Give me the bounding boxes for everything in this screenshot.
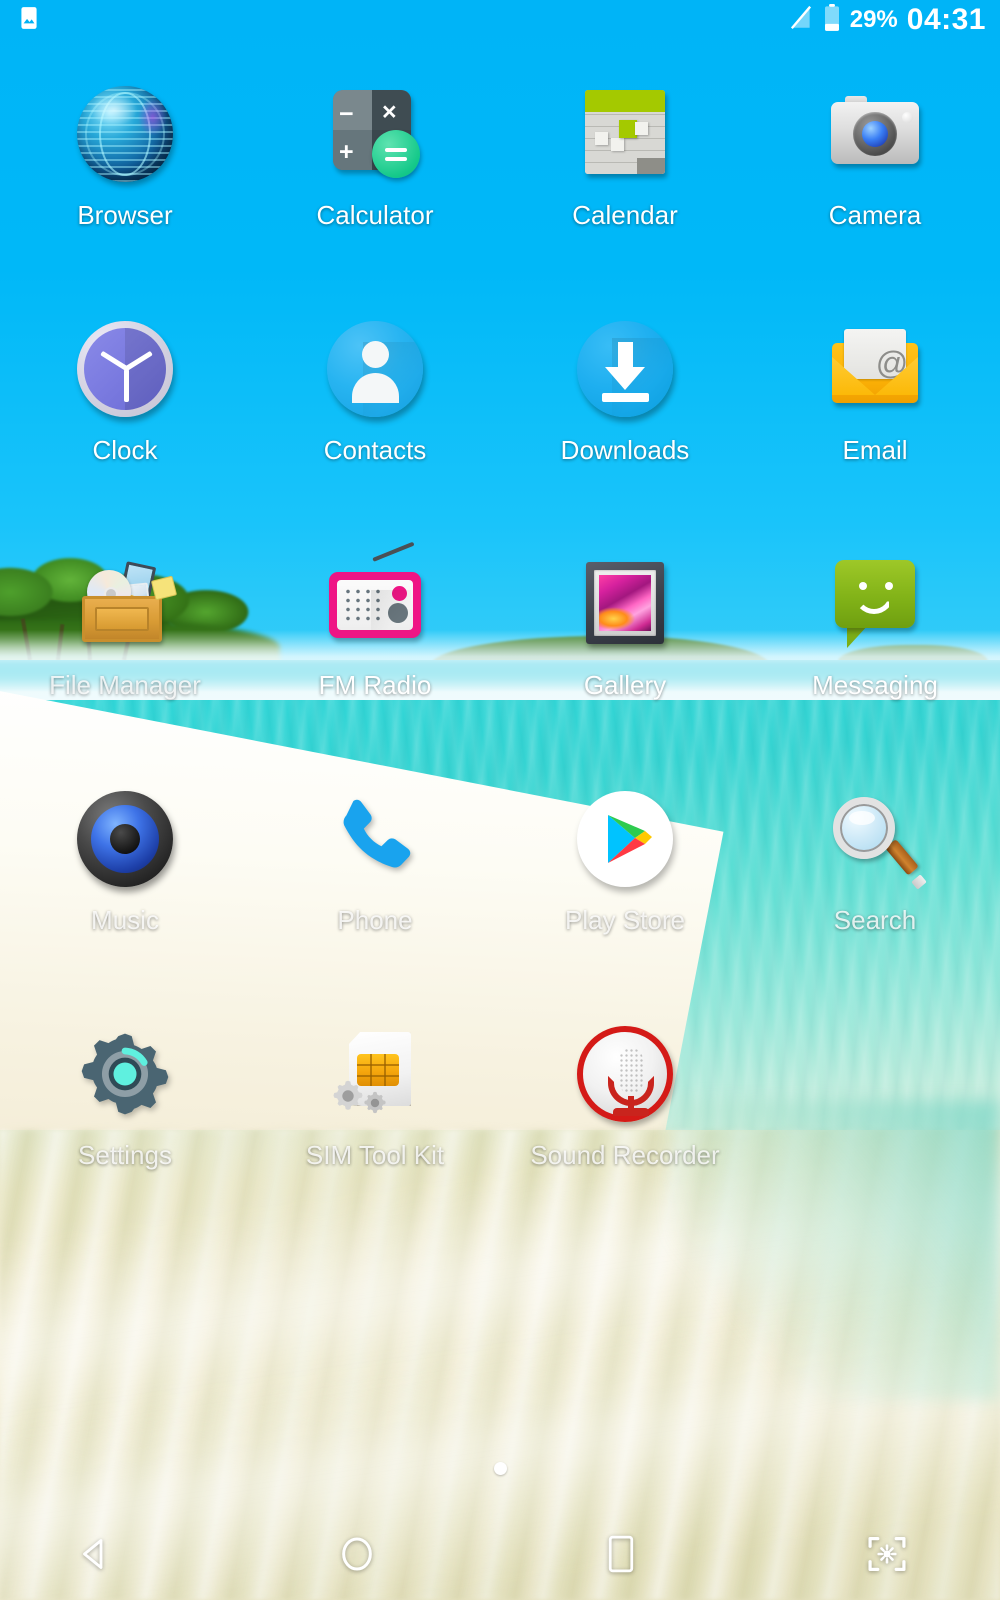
app-icon-play-store[interactable]: Play Store xyxy=(500,767,750,1002)
screenshot-icon[interactable] xyxy=(852,1519,922,1589)
messaging-icon xyxy=(827,556,923,652)
app-label: SIM Tool Kit xyxy=(305,1140,445,1170)
app-icon-browser[interactable]: Browser xyxy=(0,62,250,297)
clock-icon xyxy=(77,321,173,417)
app-icon-sound-recorder[interactable]: Sound Recorder xyxy=(500,1002,750,1237)
downloads-icon xyxy=(577,321,673,417)
app-icon-file-manager[interactable]: File Manager xyxy=(0,532,250,767)
app-label: Contacts xyxy=(323,435,427,465)
no-sim-signal-icon xyxy=(788,4,814,37)
back-icon[interactable] xyxy=(60,1519,130,1589)
app-label: Clock xyxy=(92,435,158,465)
app-icon-fm-radio[interactable]: FM Radio xyxy=(250,532,500,767)
app-label: Search xyxy=(833,905,917,935)
app-label: Gallery xyxy=(583,670,667,700)
email-icon: @ xyxy=(827,321,923,417)
app-icon-phone[interactable]: Phone xyxy=(250,767,500,1002)
battery-icon xyxy=(823,3,841,37)
recents-icon[interactable] xyxy=(586,1519,656,1589)
battery-percent-label: 29% xyxy=(849,6,898,33)
app-label: Email xyxy=(842,435,908,465)
image-icon xyxy=(16,5,42,36)
app-icon-camera[interactable]: Camera xyxy=(750,62,1000,297)
app-icon-sim-tool-kit[interactable]: SIM Tool Kit xyxy=(250,1002,500,1237)
app-label: Calculator xyxy=(316,200,434,230)
app-icon-calendar[interactable]: Calendar xyxy=(500,62,750,297)
app-grid: Browser − × + Calculator Calendar Camera… xyxy=(0,62,1000,1237)
fm-radio-icon xyxy=(327,541,423,652)
search-icon xyxy=(827,791,927,890)
app-icon-music[interactable]: Music xyxy=(0,767,250,1002)
calendar-icon xyxy=(577,86,673,182)
calculator-icon: − × + xyxy=(327,86,423,182)
contacts-icon xyxy=(327,321,423,417)
app-icon-contacts[interactable]: Contacts xyxy=(250,297,500,532)
navigation-bar xyxy=(0,1508,1000,1600)
music-icon xyxy=(77,791,173,887)
browser-icon xyxy=(77,86,173,182)
app-icon-calculator[interactable]: − × + Calculator xyxy=(250,62,500,297)
file-manager-icon xyxy=(77,556,178,652)
app-icon-email[interactable]: @ Email xyxy=(750,297,1000,532)
app-icon-search[interactable]: Search xyxy=(750,767,1000,1002)
app-label: Calendar xyxy=(572,200,678,230)
app-label: Music xyxy=(91,905,159,935)
app-label: Sound Recorder xyxy=(530,1140,720,1170)
home-icon[interactable] xyxy=(322,1519,392,1589)
status-bar-clock: 04:31 xyxy=(906,3,986,36)
app-label: Downloads xyxy=(560,435,690,465)
app-icon-gallery[interactable]: Gallery xyxy=(500,532,750,767)
app-icon-clock[interactable]: Clock xyxy=(0,297,250,532)
page-indicator[interactable] xyxy=(0,1462,1000,1475)
app-icon-settings[interactable]: Settings xyxy=(0,1002,250,1237)
app-label: Camera xyxy=(828,200,922,230)
app-label: Messaging xyxy=(812,670,938,700)
app-label: FM Radio xyxy=(318,670,432,700)
status-bar: 29% 04:31 xyxy=(0,0,1000,40)
app-label: Play Store xyxy=(565,905,685,935)
play-store-icon xyxy=(577,791,673,887)
app-label: Phone xyxy=(337,905,413,935)
page-dot-1[interactable] xyxy=(493,1462,507,1475)
app-icon-messaging[interactable]: Messaging xyxy=(750,532,1000,767)
settings-icon xyxy=(77,1026,173,1122)
sound-recorder-icon xyxy=(577,1026,673,1122)
app-label: File Manager xyxy=(49,670,201,700)
app-icon-downloads[interactable]: Downloads xyxy=(500,297,750,532)
phone-icon xyxy=(327,791,423,887)
app-label: Browser xyxy=(77,200,173,230)
app-label: Settings xyxy=(78,1140,172,1170)
sim-tool-kit-icon xyxy=(327,1026,423,1122)
camera-icon xyxy=(827,86,923,182)
gallery-icon xyxy=(577,556,673,652)
